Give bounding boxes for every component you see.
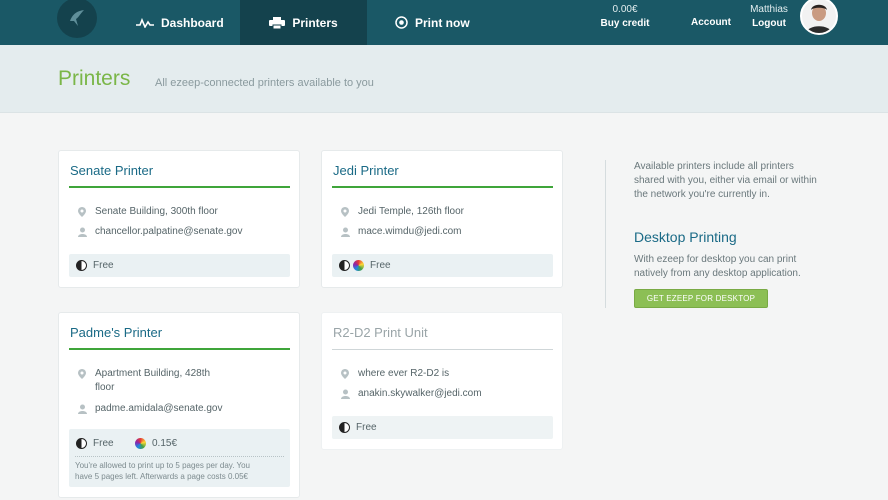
sidebar-intro: Available printers include all printers … xyxy=(634,160,844,202)
printer-card-jedi[interactable]: Jedi Printer Jedi Temple, 126th floor ma… xyxy=(321,150,563,288)
price-bw-value: Free xyxy=(356,421,377,433)
desktop-printing-heading: Desktop Printing xyxy=(634,229,737,245)
printer-name[interactable]: R2-D2 Print Unit xyxy=(333,325,428,340)
black-white-icon xyxy=(76,259,87,271)
sidebar-intro-line2: shared with you, either via email or wit… xyxy=(634,175,817,186)
card-divider xyxy=(69,348,290,350)
printer-name[interactable]: Padme's Printer xyxy=(70,325,162,340)
printer-location-row: where ever R2-D2 is xyxy=(340,367,449,381)
price-box: Free xyxy=(332,416,553,439)
user-icon xyxy=(77,402,87,414)
printer-location-line2: floor xyxy=(95,382,115,393)
dotted-divider xyxy=(75,456,284,457)
location-pin-icon xyxy=(340,367,350,379)
printer-owner-email: anakin.skywalker@jedi.com xyxy=(358,388,482,399)
black-white-icon xyxy=(76,437,87,449)
user-icon xyxy=(77,225,87,237)
desktop-text-line2: natively from any desktop application. xyxy=(634,268,801,279)
price-color: 0.15€ xyxy=(135,432,177,454)
location-pin-icon xyxy=(77,367,87,379)
location-pin-icon xyxy=(77,205,87,217)
price-color-value: 0.15€ xyxy=(152,437,178,449)
nav-printers-label: Printers xyxy=(292,15,338,30)
quota-note-line2: have 5 pages left. Afterwards a page cos… xyxy=(75,472,248,481)
color-wheel-icon xyxy=(353,259,364,271)
page-header-band xyxy=(0,45,888,113)
printer-name[interactable]: Jedi Printer xyxy=(333,163,399,178)
credit-block[interactable]: 0.00€ Buy credit xyxy=(596,3,654,31)
desktop-text-line1: With ezeep for desktop you can print xyxy=(634,254,797,265)
card-divider xyxy=(69,186,290,188)
price-box: Free xyxy=(69,254,290,277)
price-bw-value: Free xyxy=(93,437,114,449)
user-icon xyxy=(340,387,350,399)
color-wheel-icon xyxy=(135,437,146,449)
user-block: Matthias Logout xyxy=(746,3,792,31)
user-name: Matthias xyxy=(750,4,788,15)
printer-owner-email: chancellor.palpatine@senate.gov xyxy=(95,226,243,237)
card-divider xyxy=(332,349,553,350)
nav-dashboard[interactable]: Dashboard xyxy=(136,0,224,45)
price-bw: Free xyxy=(339,254,391,276)
printer-owner-email: mace.wimdu@jedi.com xyxy=(358,226,462,237)
quota-note-line1: You're allowed to print up to 5 pages pe… xyxy=(75,461,250,470)
printer-location: where ever R2-D2 is xyxy=(358,368,450,379)
record-icon xyxy=(395,16,408,29)
printer-location: Apartment Building, 428th floor xyxy=(95,367,210,395)
printer-name[interactable]: Senate Printer xyxy=(70,163,153,178)
price-box: Free 0.15€ You're allowed to print up to… xyxy=(69,429,290,487)
desktop-printing-text: With ezeep for desktop you can print nat… xyxy=(634,253,834,281)
printer-card-padme[interactable]: Padme's Printer Apartment Building, 428t… xyxy=(58,312,300,498)
credit-amount: 0.00€ xyxy=(612,4,638,15)
pulse-icon xyxy=(136,17,154,28)
location-pin-icon xyxy=(340,205,350,217)
printer-owner-row: padme.amidala@senate.gov xyxy=(77,402,222,416)
user-icon xyxy=(340,225,350,237)
price-bw: Free xyxy=(76,254,114,276)
nav-print-now-label: Print now xyxy=(415,15,470,30)
printer-location-row: Jedi Temple, 126th floor xyxy=(340,205,464,219)
quota-note: You're allowed to print up to 5 pages pe… xyxy=(75,460,250,482)
price-bw-value: Free xyxy=(370,259,391,271)
black-white-icon xyxy=(339,259,350,271)
printer-location: Jedi Temple, 126th floor xyxy=(358,206,464,217)
printer-location-row: Senate Building, 300th floor xyxy=(77,205,218,219)
black-white-icon xyxy=(339,421,350,433)
printer-card-r2d2[interactable]: R2-D2 Print Unit where ever R2-D2 is ana… xyxy=(321,312,563,450)
account-link[interactable]: Account xyxy=(691,17,731,28)
card-divider xyxy=(332,186,553,188)
printer-owner-row: mace.wimdu@jedi.com xyxy=(340,225,462,239)
price-bw: Free xyxy=(339,416,377,438)
sidebar-intro-line3: the network you're currently in. xyxy=(634,189,770,200)
nav-print-now[interactable]: Print now xyxy=(395,0,470,45)
printer-location: Senate Building, 300th floor xyxy=(95,206,218,217)
sidebar-divider xyxy=(605,160,606,308)
price-bw: Free xyxy=(76,432,114,454)
sidebar-intro-line1: Available printers include all printers xyxy=(634,161,794,172)
nav-printers[interactable]: Printers xyxy=(240,0,367,45)
price-box: Free xyxy=(332,254,553,277)
logout-link[interactable]: Logout xyxy=(746,17,792,31)
printer-icon xyxy=(269,16,286,29)
printer-owner-email: padme.amidala@senate.gov xyxy=(95,403,223,414)
buy-credit-link[interactable]: Buy credit xyxy=(596,17,654,31)
printer-location-line1: Apartment Building, 428th xyxy=(95,368,211,379)
nav-dashboard-label: Dashboard xyxy=(161,15,224,30)
page-title: Printers xyxy=(58,67,131,90)
get-ezeep-desktop-button[interactable]: GET EZEEP FOR DESKTOP xyxy=(634,289,768,308)
price-bw-value: Free xyxy=(93,259,114,271)
printer-location-row: Apartment Building, 428th floor xyxy=(77,367,210,395)
printer-card-senate[interactable]: Senate Printer Senate Building, 300th fl… xyxy=(58,150,300,288)
page-subtitle: All ezeep-connected printers available t… xyxy=(155,77,374,89)
printer-owner-row: anakin.skywalker@jedi.com xyxy=(340,387,482,401)
printer-owner-row: chancellor.palpatine@senate.gov xyxy=(77,225,242,239)
